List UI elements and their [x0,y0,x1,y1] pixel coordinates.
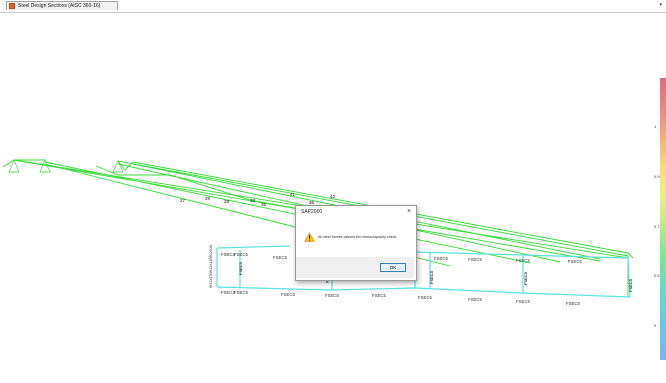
section-label: FSEC5 [468,257,482,262]
pane-menu-chevron-icon[interactable]: ▾ [659,1,662,10]
member-id: 29 [224,199,230,204]
section-label: FSEC5 [566,301,580,306]
section-label-vertical: FSEC5 [429,270,434,284]
side-section-label: W12X19/W12X19/W12X26 [209,245,213,288]
section-label-vertical: FSEC5 [628,278,633,292]
section-label: FSEC5 [516,299,530,304]
member-id: 42 [330,194,336,199]
document-tab-title: Steel Design Sections (AISC 360-16) [18,3,101,9]
member-id: 28 [205,196,211,201]
close-icon[interactable]: × [405,208,413,216]
dialog-body: All steel frames passed the stress/capac… [296,224,416,257]
section-label: FSEC5 [234,252,248,257]
member-id: 35 [261,202,267,207]
member-id: 27 [180,198,186,203]
section-label: FSEC5 [234,290,248,295]
section-label: FSEC5 [281,292,295,297]
dialog-footer: OK [296,257,414,278]
legend-tick: 1 [654,124,657,129]
section-label: FSEC5 [273,255,287,260]
section-label: FSEC5 [516,258,530,263]
legend-tick: 0.7 [654,224,660,229]
legend-tick: 0 [654,323,657,328]
ok-button[interactable]: OK [380,263,406,272]
message-dialog: SAP2000 × All steel frames passed the st… [295,205,417,281]
section-label-vertical: FSEC5 [523,271,528,285]
section-label: FSEC5 [372,293,386,298]
legend-tick: 0.9 [654,174,660,179]
section-label: FSEC5 [568,259,582,264]
section-label: FSEC5 [325,293,339,298]
section-label: FSEC5 [468,297,482,302]
section-label: FSEC5 [418,295,432,300]
member-id: 33 [250,198,256,203]
section-box [216,245,631,298]
section-label-vertical: FSEC5 [238,261,243,275]
warning-icon [304,232,315,242]
document-tab[interactable]: Steel Design Sections (AISC 360-16) [6,1,118,10]
stress-ratio-legend-bar [660,78,666,360]
section-label: FSEC5 [434,256,448,261]
dialog-message: All steel frames passed the stress/capac… [318,235,398,239]
legend-tick: 0.5 [654,273,660,278]
app-icon [9,3,15,9]
model-view[interactable]: 41 42 36 33 35 29 28 27 FSEC3 FSEC5 FSEC… [0,12,666,383]
dialog-title: SAP2000 [301,209,323,215]
member-id: 41 [290,192,296,197]
